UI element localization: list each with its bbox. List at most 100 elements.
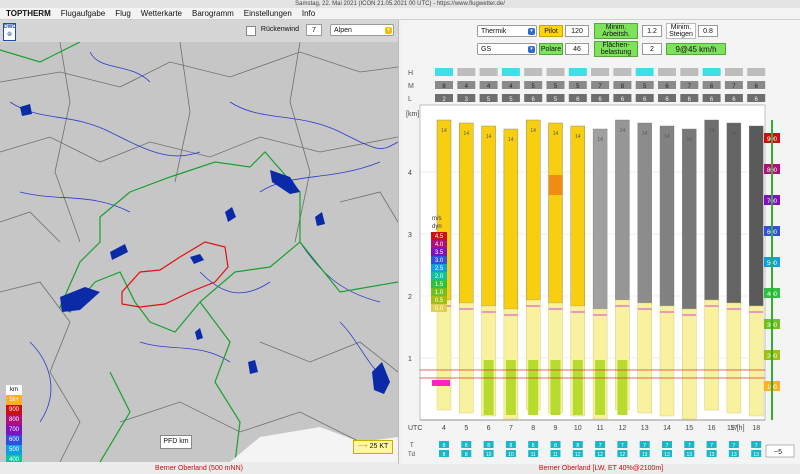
bar-value: 14 (597, 137, 603, 143)
cloud-row-label: M (408, 83, 414, 90)
thermal-bar (659, 125, 675, 307)
dewpoint-value: 13 (642, 452, 648, 458)
region-select[interactable]: Alpen ▾ (330, 24, 394, 36)
bar-value: 14 (441, 128, 447, 134)
wind-scale-label: 25 KT (369, 443, 389, 450)
thermal-bar (503, 128, 519, 310)
glider-select[interactable]: GS ▾ (477, 43, 537, 55)
x-tick-label: 4 (442, 425, 446, 432)
temp-value: 7 (688, 443, 691, 449)
legend-item: 700 (6, 425, 22, 435)
weather-map[interactable]: km1k+900800700600500400300200100 PFD km … (0, 42, 398, 462)
rueckenwind-checkbox[interactable] (246, 26, 256, 36)
bar-value: 14 (530, 128, 536, 134)
dewpoint-value: 13 (731, 452, 737, 458)
dewpoint-value: 8 (443, 452, 446, 458)
climb-legend-label: 1.5 (435, 282, 444, 288)
x-tick-label: 13 (641, 425, 649, 432)
pfd-button[interactable]: PFD km (160, 435, 192, 449)
menu-item-flugaufgabe[interactable]: Flugaufgabe (61, 9, 105, 18)
dewpoint-value: 13 (664, 452, 670, 458)
bar-value: 14 (508, 137, 514, 143)
cloud-high-cell (435, 68, 453, 76)
x-tick-label: 15 (685, 425, 693, 432)
x-tick-label: 8 (531, 425, 535, 432)
menu-item-einstellungen[interactable]: Einstellungen (244, 9, 292, 18)
cloud-high-cell (747, 68, 766, 76)
min-arbeit-input[interactable]: 1.2 (642, 25, 662, 37)
chevron-down-icon: ▾ (528, 46, 535, 53)
zoom-value: ~5 (774, 449, 782, 456)
rueckenwind-input[interactable]: 7 (306, 24, 322, 36)
temp-value: 8 (554, 443, 557, 449)
climb-legend-label: 0.0 (435, 306, 444, 312)
thermal-bar-lower (595, 360, 606, 415)
pfd-label: PFD (163, 438, 178, 445)
inversion-marker (432, 380, 450, 386)
thermal-bar-lower (483, 360, 494, 415)
thermal-bar-base (704, 299, 719, 411)
wind-scale-icon: ⟶ (357, 443, 368, 450)
climb-legend-label: 3.0 (435, 258, 444, 264)
map-canvas (0, 42, 398, 462)
cloud-high-cell (568, 68, 587, 76)
pilot-input[interactable]: 120 (565, 25, 589, 37)
temp-value: 8 (443, 443, 446, 449)
x-axis-unit: UTC (408, 425, 422, 432)
y-tick-label: 3 (408, 232, 412, 239)
climb-legend-label: 3.5 (435, 250, 444, 256)
x-tick-label: 10 (574, 425, 582, 432)
thermal-bar-lower (572, 360, 583, 415)
polare-input[interactable]: 46 (565, 43, 589, 55)
dewpoint-value: 11 (531, 452, 536, 458)
cloud-high-cell (591, 68, 610, 76)
bar-value: 14 (709, 128, 715, 134)
thermal-bar-base (459, 302, 474, 414)
menu-item-barogramm[interactable]: Barogramm (192, 9, 234, 18)
bar-value: 14 (553, 131, 559, 137)
temp-value: 7 (710, 443, 713, 449)
climb-legend-unit: dyn (432, 224, 442, 230)
thermal-bar (704, 119, 719, 301)
menu-item-wetterkarte[interactable]: Wetterkarte (141, 9, 182, 18)
x-tick-label: 7 (509, 425, 513, 432)
thermal-bar (592, 128, 608, 310)
min-steigen-input[interactable]: 0.8 (698, 25, 718, 37)
thermal-bar-base (637, 302, 652, 414)
region-value: Alpen (334, 27, 352, 34)
menu-item-toptherm[interactable]: TOPTHERM (6, 9, 51, 18)
temp-value: 7 (621, 443, 624, 449)
flaechen-input[interactable]: 2 (642, 43, 662, 55)
dewpoint-value: 8 (465, 452, 468, 458)
thermal-bar (637, 122, 652, 304)
mode-select[interactable]: Thermik ▾ (477, 25, 537, 37)
dewpoint-value: 10 (508, 452, 514, 458)
x-tick-label: 9 (554, 425, 558, 432)
x-tick-label: 5 (464, 425, 468, 432)
sounding-chart[interactable]: HML824345455655567686566676667666[km]123… (402, 60, 800, 464)
cloud-high-cell (724, 68, 743, 76)
dewpoint-value: 12 (575, 452, 581, 458)
rueckenwind-label: Rückenwind (260, 26, 300, 33)
temp-value: 7 (733, 443, 736, 449)
x-tick-label: 16 (708, 425, 716, 432)
status-left: Berner Oberland (500 mNN) (155, 465, 243, 472)
climb-legend-label: 2.5 (435, 266, 444, 272)
td-label: Td (408, 452, 415, 458)
glider-value: GS (481, 46, 492, 53)
cloud-high-cell (546, 68, 565, 76)
thermal-bar-lower (550, 360, 561, 415)
wind-scale: ⟶ 25 KT (353, 440, 393, 454)
temp-value: 8 (532, 443, 535, 449)
menu-bar: TOPTHERM Flugaufgabe Flug Wetterkarte Barogr… (0, 8, 800, 20)
dewpoint-value: 12 (620, 452, 626, 458)
menu-item-info[interactable]: Info (302, 9, 315, 18)
legend-title: km (6, 385, 22, 395)
menu-item-flug[interactable]: Flug (115, 9, 131, 18)
status-right: Berner Oberland [LW, ET 40%@2100m] (538, 465, 664, 472)
thermal-bar-highlight (548, 175, 563, 195)
dewpoint-value: 13 (753, 452, 759, 458)
legend-item: 400 (6, 455, 22, 462)
thermal-bar-lower (528, 360, 539, 415)
dewpoint-value: 10 (486, 452, 492, 458)
